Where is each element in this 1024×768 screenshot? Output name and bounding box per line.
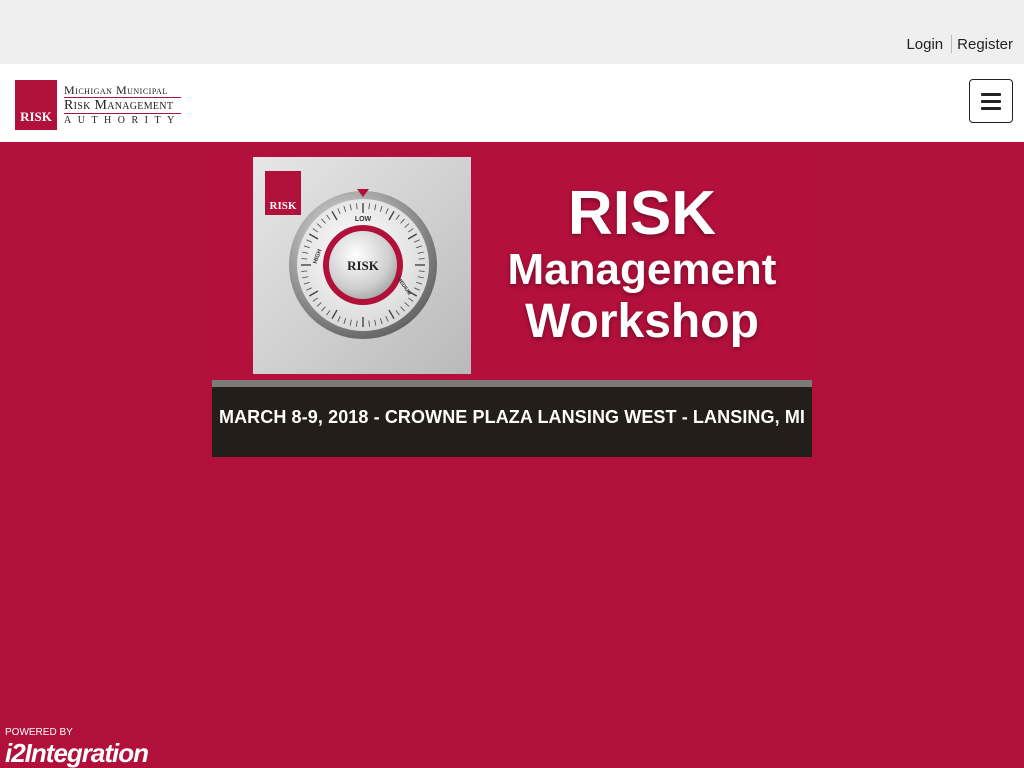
event-banner: RISK LOW HIGH MEDIUM RISK RISK Managemen…: [212, 156, 812, 457]
title-line-1: RISK: [567, 179, 717, 248]
login-link[interactable]: Login: [906, 36, 943, 53]
hamburger-icon[interactable]: [969, 79, 1013, 123]
auth-divider: [951, 35, 953, 53]
site-logo[interactable]: RISK Michigan Municipal Risk Management …: [15, 79, 181, 131]
banner-header: RISK LOW HIGH MEDIUM RISK RISK Managemen…: [212, 156, 812, 380]
powered-by-badge[interactable]: POWERED BY i2Integration: [5, 727, 149, 768]
banner-divider: [212, 380, 812, 387]
top-utility-bar: Login Register: [0, 0, 1024, 64]
menu-bar: [981, 99, 1001, 103]
title-line-2: Management: [507, 245, 777, 294]
menu-bar: [981, 92, 1001, 96]
title-line-3: Workshop: [525, 295, 759, 348]
logo-line-2: Risk Management: [64, 96, 181, 114]
site-header: RISK Michigan Municipal Risk Management …: [0, 64, 1024, 142]
logo-line-3: AUTHORITY: [64, 114, 181, 126]
dial-label-low: LOW: [355, 216, 372, 223]
i2integration-logo: i2Integration: [5, 738, 149, 768]
register-link[interactable]: Register: [957, 36, 1013, 53]
menu-bar: [981, 106, 1001, 110]
safe-dial-illustration: RISK LOW HIGH MEDIUM RISK: [253, 157, 471, 374]
logo-badge: RISK: [15, 80, 57, 130]
logo-line-1: Michigan Municipal: [64, 82, 168, 97]
banner-risk-badge: RISK: [270, 200, 297, 212]
logo-wordmark: Michigan Municipal Risk Management AUTHO…: [64, 83, 181, 128]
auth-links: Login Register: [906, 35, 1013, 53]
dial-graphic: RISK LOW HIGH MEDIUM RISK: [265, 171, 437, 339]
dial-center-label: RISK: [347, 258, 380, 273]
event-info-bar: MARCH 8-9, 2018 - CROWNE PLAZA LANSING W…: [212, 387, 812, 457]
workshop-title: RISK Management Workshop: [472, 179, 812, 348]
